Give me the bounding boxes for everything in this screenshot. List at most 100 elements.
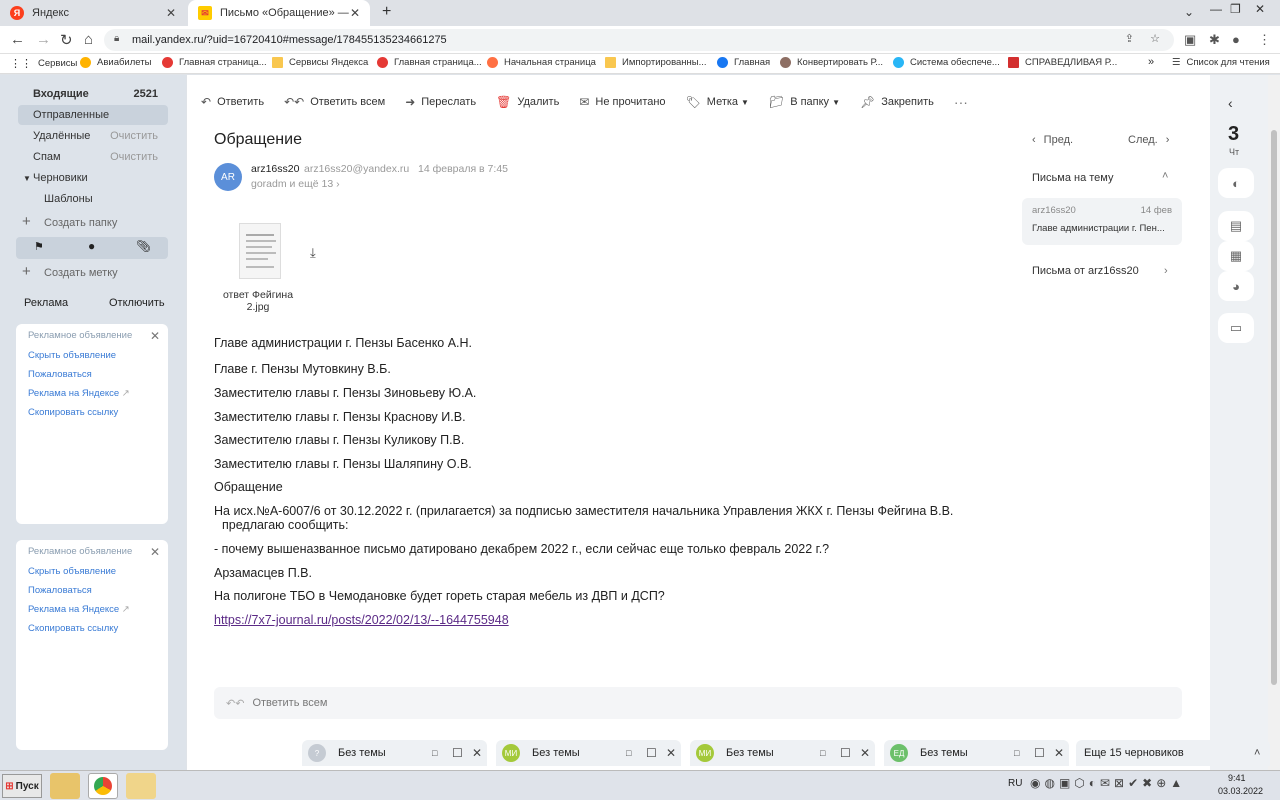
scrollbar[interactable]	[1268, 75, 1280, 770]
reply-button[interactable]: ↶ Ответить	[201, 95, 264, 109]
url-input[interactable]: 🔒︎ mail.yandex.ru/?uid=16720410#message/…	[104, 29, 1174, 51]
profile-icon[interactable]: ●	[1232, 32, 1240, 47]
flag-icon[interactable]: ⚑	[34, 240, 44, 253]
maximize-button[interactable]: ❐	[1230, 2, 1241, 16]
start-button[interactable]: ⊞ Пуск	[2, 774, 42, 798]
home-icon[interactable]: ⌂	[84, 31, 93, 48]
draft-tab[interactable]: ? Без темы □ ☐ ✕	[302, 740, 487, 766]
close-icon[interactable]: ✕	[860, 746, 870, 760]
media-player-icon[interactable]	[50, 773, 80, 799]
mark-unread-button[interactable]: ✉ Не прочитано	[579, 95, 665, 109]
expand-icon[interactable]: ☐	[646, 746, 657, 760]
move-to-folder-button[interactable]: 📁︎ В папку ▼	[769, 95, 840, 109]
forward-icon[interactable]: →	[36, 31, 51, 48]
clear-button[interactable]: Очистить	[110, 151, 158, 163]
chrome-icon[interactable]	[88, 773, 118, 799]
close-icon[interactable]: ✕	[350, 6, 360, 20]
bookmark-item[interactable]: Главная страница...	[162, 57, 267, 68]
article-link[interactable]: https://7x7-journal.ru/posts/2022/02/13/…	[214, 613, 509, 627]
chevron-more-icon[interactable]: »	[1148, 56, 1154, 68]
reload-icon[interactable]: ↻	[60, 31, 73, 49]
pin-button[interactable]: 📌︎ Закрепить	[860, 95, 934, 109]
bookmark-services[interactable]: ⋮⋮ Сервисы	[10, 57, 77, 70]
thread-item[interactable]: arz16ss20 14 фев Главе администрации г. …	[1022, 198, 1182, 245]
extension-icon[interactable]: ▣	[1184, 32, 1196, 48]
draft-tab[interactable]: МИ Без темы □ ☐ ✕	[496, 740, 681, 766]
create-label-button[interactable]: + Создать метку	[18, 263, 168, 283]
yandex-ads-link[interactable]: Реклама на Яндексе ↗	[28, 604, 156, 615]
copy-link[interactable]: Скопировать ссылку	[28, 407, 156, 418]
folder-drafts[interactable]: ▼ Черновики	[18, 168, 168, 188]
folder-deleted[interactable]: Удалённые Очистить	[18, 126, 168, 146]
clock-time[interactable]: 9:41	[1228, 773, 1246, 783]
paperclip-icon[interactable]: 📎︎	[136, 239, 151, 253]
telemost-button[interactable]: ◐	[1218, 168, 1254, 198]
sender-avatar[interactable]: AR	[214, 163, 242, 191]
folder-spam[interactable]: Спам Очистить	[18, 147, 168, 167]
create-folder-button[interactable]: + Создать папку	[18, 213, 168, 233]
bookmark-item[interactable]: Система обеспече...	[893, 57, 1000, 68]
bookmark-item[interactable]: Главная	[717, 57, 770, 68]
sender-email[interactable]: arz16ss20@yandex.ru	[304, 163, 409, 175]
menu-icon[interactable]: ⋮	[1258, 32, 1271, 48]
report-ad-link[interactable]: Пожаловаться	[28, 369, 156, 380]
bookmark-item[interactable]: Начальная страница	[487, 57, 596, 68]
share-icon[interactable]: ⇪	[1125, 32, 1134, 45]
star-icon[interactable]: ☆	[1150, 32, 1160, 45]
close-icon[interactable]: ✕	[166, 6, 176, 20]
apps-button[interactable]: ▦	[1218, 241, 1254, 271]
calendar-day[interactable]: 3	[1228, 123, 1239, 146]
tray-icons[interactable]: ◉◍▣⬡◐✉⊠✔✖⊕▲	[1030, 776, 1186, 790]
report-ad-link[interactable]: Пожаловаться	[28, 585, 156, 596]
minimize-icon[interactable]: □	[626, 748, 631, 758]
minimize-button[interactable]: —	[1210, 2, 1222, 16]
download-icon[interactable]: ⤓	[310, 245, 316, 261]
more-button[interactable]: ···	[954, 94, 968, 110]
close-icon[interactable]: ✕	[150, 329, 160, 343]
close-icon[interactable]: ✕	[1054, 746, 1064, 760]
puzzle-icon[interactable]: ✱	[1209, 32, 1220, 48]
back-icon[interactable]: ←	[10, 31, 25, 48]
close-icon[interactable]: ✕	[472, 746, 482, 760]
close-window-button[interactable]: ✕	[1255, 2, 1265, 16]
folder-sent[interactable]: Отправленные	[18, 105, 168, 125]
bookmark-item[interactable]: Авиабилеты	[80, 57, 151, 68]
folder-inbox[interactable]: Входящие 2521	[18, 84, 168, 104]
draft-tab[interactable]: ЕД Без темы □ ☐ ✕	[884, 740, 1069, 766]
collapse-icon[interactable]: ‹	[1228, 95, 1233, 111]
chevron-down-icon[interactable]: ⌄	[1184, 5, 1194, 19]
hide-ad-link[interactable]: Скрыть объявление	[28, 350, 156, 361]
forward-button[interactable]: ➜ Переслать	[405, 95, 476, 109]
tab-mail[interactable]: ✉ Письмо «Обращение» — arz16 ✕	[188, 0, 370, 26]
prev-message-button[interactable]: ‹ Пред.	[1032, 134, 1073, 146]
yandex-ads-link[interactable]: Реклама на Яндексе ↗	[28, 388, 156, 399]
expand-icon[interactable]: ☐	[840, 746, 851, 760]
label-button[interactable]: 🏷︎ Метка ▼	[686, 95, 749, 109]
bookmark-item[interactable]: Импортированны...	[605, 57, 707, 68]
thread-header[interactable]: Письма на тему ˄	[1032, 170, 1168, 184]
scrollbar-thumb[interactable]	[1271, 130, 1277, 685]
expand-icon[interactable]: ☐	[1034, 746, 1045, 760]
more-drafts-button[interactable]: Еще 15 черновиков ˄	[1076, 740, 1270, 766]
folder-templates[interactable]: Шаблоны	[18, 189, 168, 209]
reply-all-button[interactable]: ↶↶ Ответить всем	[284, 95, 385, 109]
bookmark-item[interactable]: Главная страница...	[377, 57, 482, 68]
file-explorer-icon[interactable]	[126, 773, 156, 799]
ads-disable-button[interactable]: Отключить	[109, 297, 165, 309]
notes-button[interactable]: ▤	[1218, 211, 1254, 241]
bookmark-item[interactable]: Конвертировать Р...	[780, 57, 883, 68]
attachment-thumbnail[interactable]	[239, 223, 281, 279]
reply-all-box[interactable]: ↶↶ Ответить всем	[214, 687, 1182, 719]
language-indicator[interactable]: RU	[1008, 778, 1022, 789]
minimize-icon[interactable]: □	[432, 748, 437, 758]
sender-name[interactable]: arz16ss20	[251, 163, 299, 175]
feedback-button[interactable]: ▭	[1218, 313, 1254, 343]
bookmark-item[interactable]: СПРАВЕДЛИВАЯ Р...	[1008, 57, 1117, 68]
minimize-icon[interactable]: □	[820, 748, 825, 758]
hide-ad-link[interactable]: Скрыть объявление	[28, 566, 156, 577]
clear-button[interactable]: Очистить	[110, 130, 158, 142]
close-icon[interactable]: ✕	[666, 746, 676, 760]
expand-icon[interactable]: ☐	[452, 746, 463, 760]
delete-button[interactable]: 🗑︎ Удалить	[496, 95, 559, 109]
dot-unread-icon[interactable]: ●	[88, 239, 95, 253]
